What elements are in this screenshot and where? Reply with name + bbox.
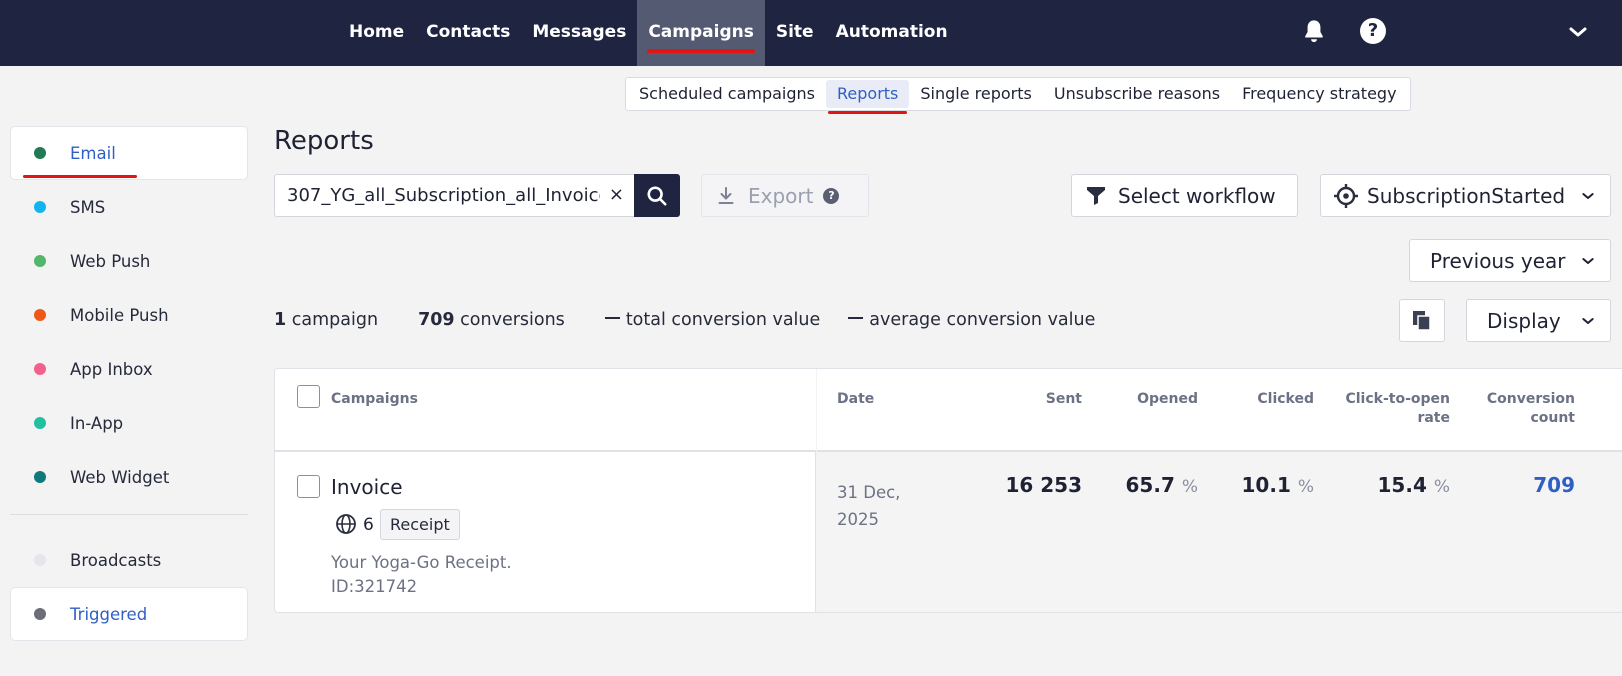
nav-contacts[interactable]: Contacts — [415, 0, 521, 66]
status-dot — [34, 554, 46, 566]
sidebar-item-triggered[interactable]: Triggered — [10, 587, 248, 641]
nav-campaigns[interactable]: Campaigns — [637, 0, 765, 66]
row-checkbox[interactable] — [297, 475, 320, 498]
status-dot — [34, 608, 46, 620]
nav-messages[interactable]: Messages — [521, 0, 637, 66]
clear-icon[interactable]: × — [609, 184, 624, 205]
campaigns-subnav: Scheduled campaigns Reports Single repor… — [625, 77, 1411, 114]
sidebar-item-label: Web Widget — [70, 467, 170, 487]
active-underline — [23, 175, 137, 178]
copy-icon — [1413, 310, 1431, 331]
campaign-name-link[interactable]: Invoice — [331, 475, 403, 499]
sidebar-item-label: Broadcasts — [70, 550, 162, 570]
language-count: 6 — [363, 515, 374, 535]
event-filter-dropdown[interactable]: SubscriptionStarted — [1320, 174, 1611, 217]
status-dot — [34, 201, 46, 213]
sidebar-item-app-inbox[interactable]: App Inbox — [10, 342, 248, 396]
display-label: Display — [1487, 308, 1561, 333]
row-click-to-open-rate: 15.4 % — [1377, 473, 1450, 497]
search-field: × — [274, 174, 634, 217]
status-dot — [34, 147, 46, 159]
globe-icon — [336, 514, 356, 534]
row-conversion-count-link[interactable]: 709 — [1533, 473, 1575, 497]
download-icon — [718, 186, 734, 204]
nav-home[interactable]: Home — [338, 0, 415, 66]
period-label: Previous year — [1430, 248, 1566, 273]
chevron-down-icon — [1582, 317, 1594, 324]
search-icon — [647, 185, 667, 206]
sidebar-item-label: Email — [70, 143, 116, 163]
event-filter-label: SubscriptionStarted — [1367, 183, 1566, 208]
nav-automation[interactable]: Automation — [825, 0, 959, 66]
subnav-unsubscribe-reasons[interactable]: Unsubscribe reasons — [1043, 80, 1231, 108]
conversions-stat: 709 conversions — [418, 310, 565, 330]
help-icon[interactable]: ? — [823, 187, 840, 204]
main-menu: Home Contacts Messages Campaigns Site Au… — [338, 0, 959, 66]
status-dot — [34, 363, 46, 375]
report-summary: 1 campaign 709 conversions total convers… — [274, 310, 1135, 330]
empty-value-dash — [604, 317, 620, 319]
campaigns-table: Campaigns Date Sent Opened Clicked Click… — [274, 368, 1622, 613]
campaign-description: Your Yoga-Go Receipt. ID:321742 — [331, 551, 512, 599]
sidebar-item-label: In-App — [70, 413, 124, 433]
sidebar-item-broadcasts[interactable]: Broadcasts — [10, 533, 248, 587]
status-dot — [34, 471, 46, 483]
sidebar-item-sms[interactable]: SMS — [10, 180, 248, 234]
search-button[interactable] — [634, 174, 680, 217]
help-icon[interactable]: ? — [1360, 18, 1386, 44]
sidebar-divider — [10, 514, 248, 515]
target-icon — [1334, 183, 1358, 208]
average-value-stat: average conversion value — [848, 310, 1095, 330]
row-date: 31 Dec, 2025 — [837, 483, 901, 529]
row-metrics: 31 Dec, 2025 16 253 65.7 % 10.1 % 15.4 %… — [817, 369, 1622, 612]
chevron-down-icon — [1582, 257, 1594, 264]
campaign-subject: Your Yoga-Go Receipt. — [331, 553, 512, 572]
select-all-checkbox[interactable] — [297, 385, 320, 408]
sidebar-item-mobile-push[interactable]: Mobile Push — [10, 288, 248, 342]
select-workflow-button[interactable]: Select workflow — [1071, 174, 1298, 217]
total-value-stat: total conversion value — [604, 310, 820, 330]
sidebar-item-in-app[interactable]: In-App — [10, 396, 248, 450]
search-input[interactable] — [275, 175, 600, 216]
export-button[interactable]: Export ? — [701, 174, 869, 217]
chevron-down-icon — [1582, 192, 1594, 199]
status-dot — [34, 417, 46, 429]
header-campaigns[interactable]: Campaigns — [331, 390, 418, 409]
sidebar-item-label: SMS — [70, 197, 106, 217]
sidebar-item-label: Triggered — [70, 604, 148, 624]
sidebar-item-label: Web Push — [70, 251, 151, 271]
row-clicked: 10.1 % — [1241, 473, 1314, 497]
campaign-tag: Receipt — [380, 509, 460, 540]
status-dot — [34, 255, 46, 267]
subnav-single-reports[interactable]: Single reports — [909, 80, 1042, 108]
period-dropdown[interactable]: Previous year — [1409, 239, 1611, 282]
empty-value-dash — [848, 317, 864, 319]
table-header-left: Campaigns — [275, 369, 816, 452]
subnav-scheduled-campaigns[interactable]: Scheduled campaigns — [628, 80, 826, 108]
campaign-count-stat: 1 campaign — [274, 310, 379, 330]
sidebar-item-web-push[interactable]: Web Push — [10, 234, 248, 288]
sidebar-item-label: App Inbox — [70, 359, 153, 379]
subnav-reports[interactable]: Reports — [826, 80, 910, 114]
select-workflow-label: Select workflow — [1118, 183, 1276, 208]
funnel-icon — [1087, 186, 1105, 205]
status-dot — [34, 309, 46, 321]
copy-button[interactable] — [1399, 299, 1445, 342]
top-navigation-bar: Home Contacts Messages Campaigns Site Au… — [0, 0, 1622, 66]
row-opened: 65.7 % — [1125, 473, 1198, 497]
sidebar-item-web-widget[interactable]: Web Widget — [10, 450, 248, 504]
export-label: Export — [748, 183, 814, 208]
sidebar-item-email[interactable]: Email — [10, 126, 248, 180]
subnav-frequency-strategy[interactable]: Frequency strategy — [1231, 80, 1407, 108]
bell-icon[interactable] — [1300, 18, 1328, 46]
channel-sidebar: Email SMS Web Push Mobile Push App Inbox… — [10, 126, 248, 641]
display-dropdown[interactable]: Display — [1466, 299, 1611, 342]
campaign-id: ID:321742 — [331, 577, 418, 596]
chevron-down-icon[interactable] — [1566, 20, 1590, 44]
nav-site[interactable]: Site — [765, 0, 825, 66]
row-sent: 16 253 — [1005, 473, 1082, 497]
page-title: Reports — [274, 126, 374, 156]
sidebar-item-label: Mobile Push — [70, 305, 169, 325]
